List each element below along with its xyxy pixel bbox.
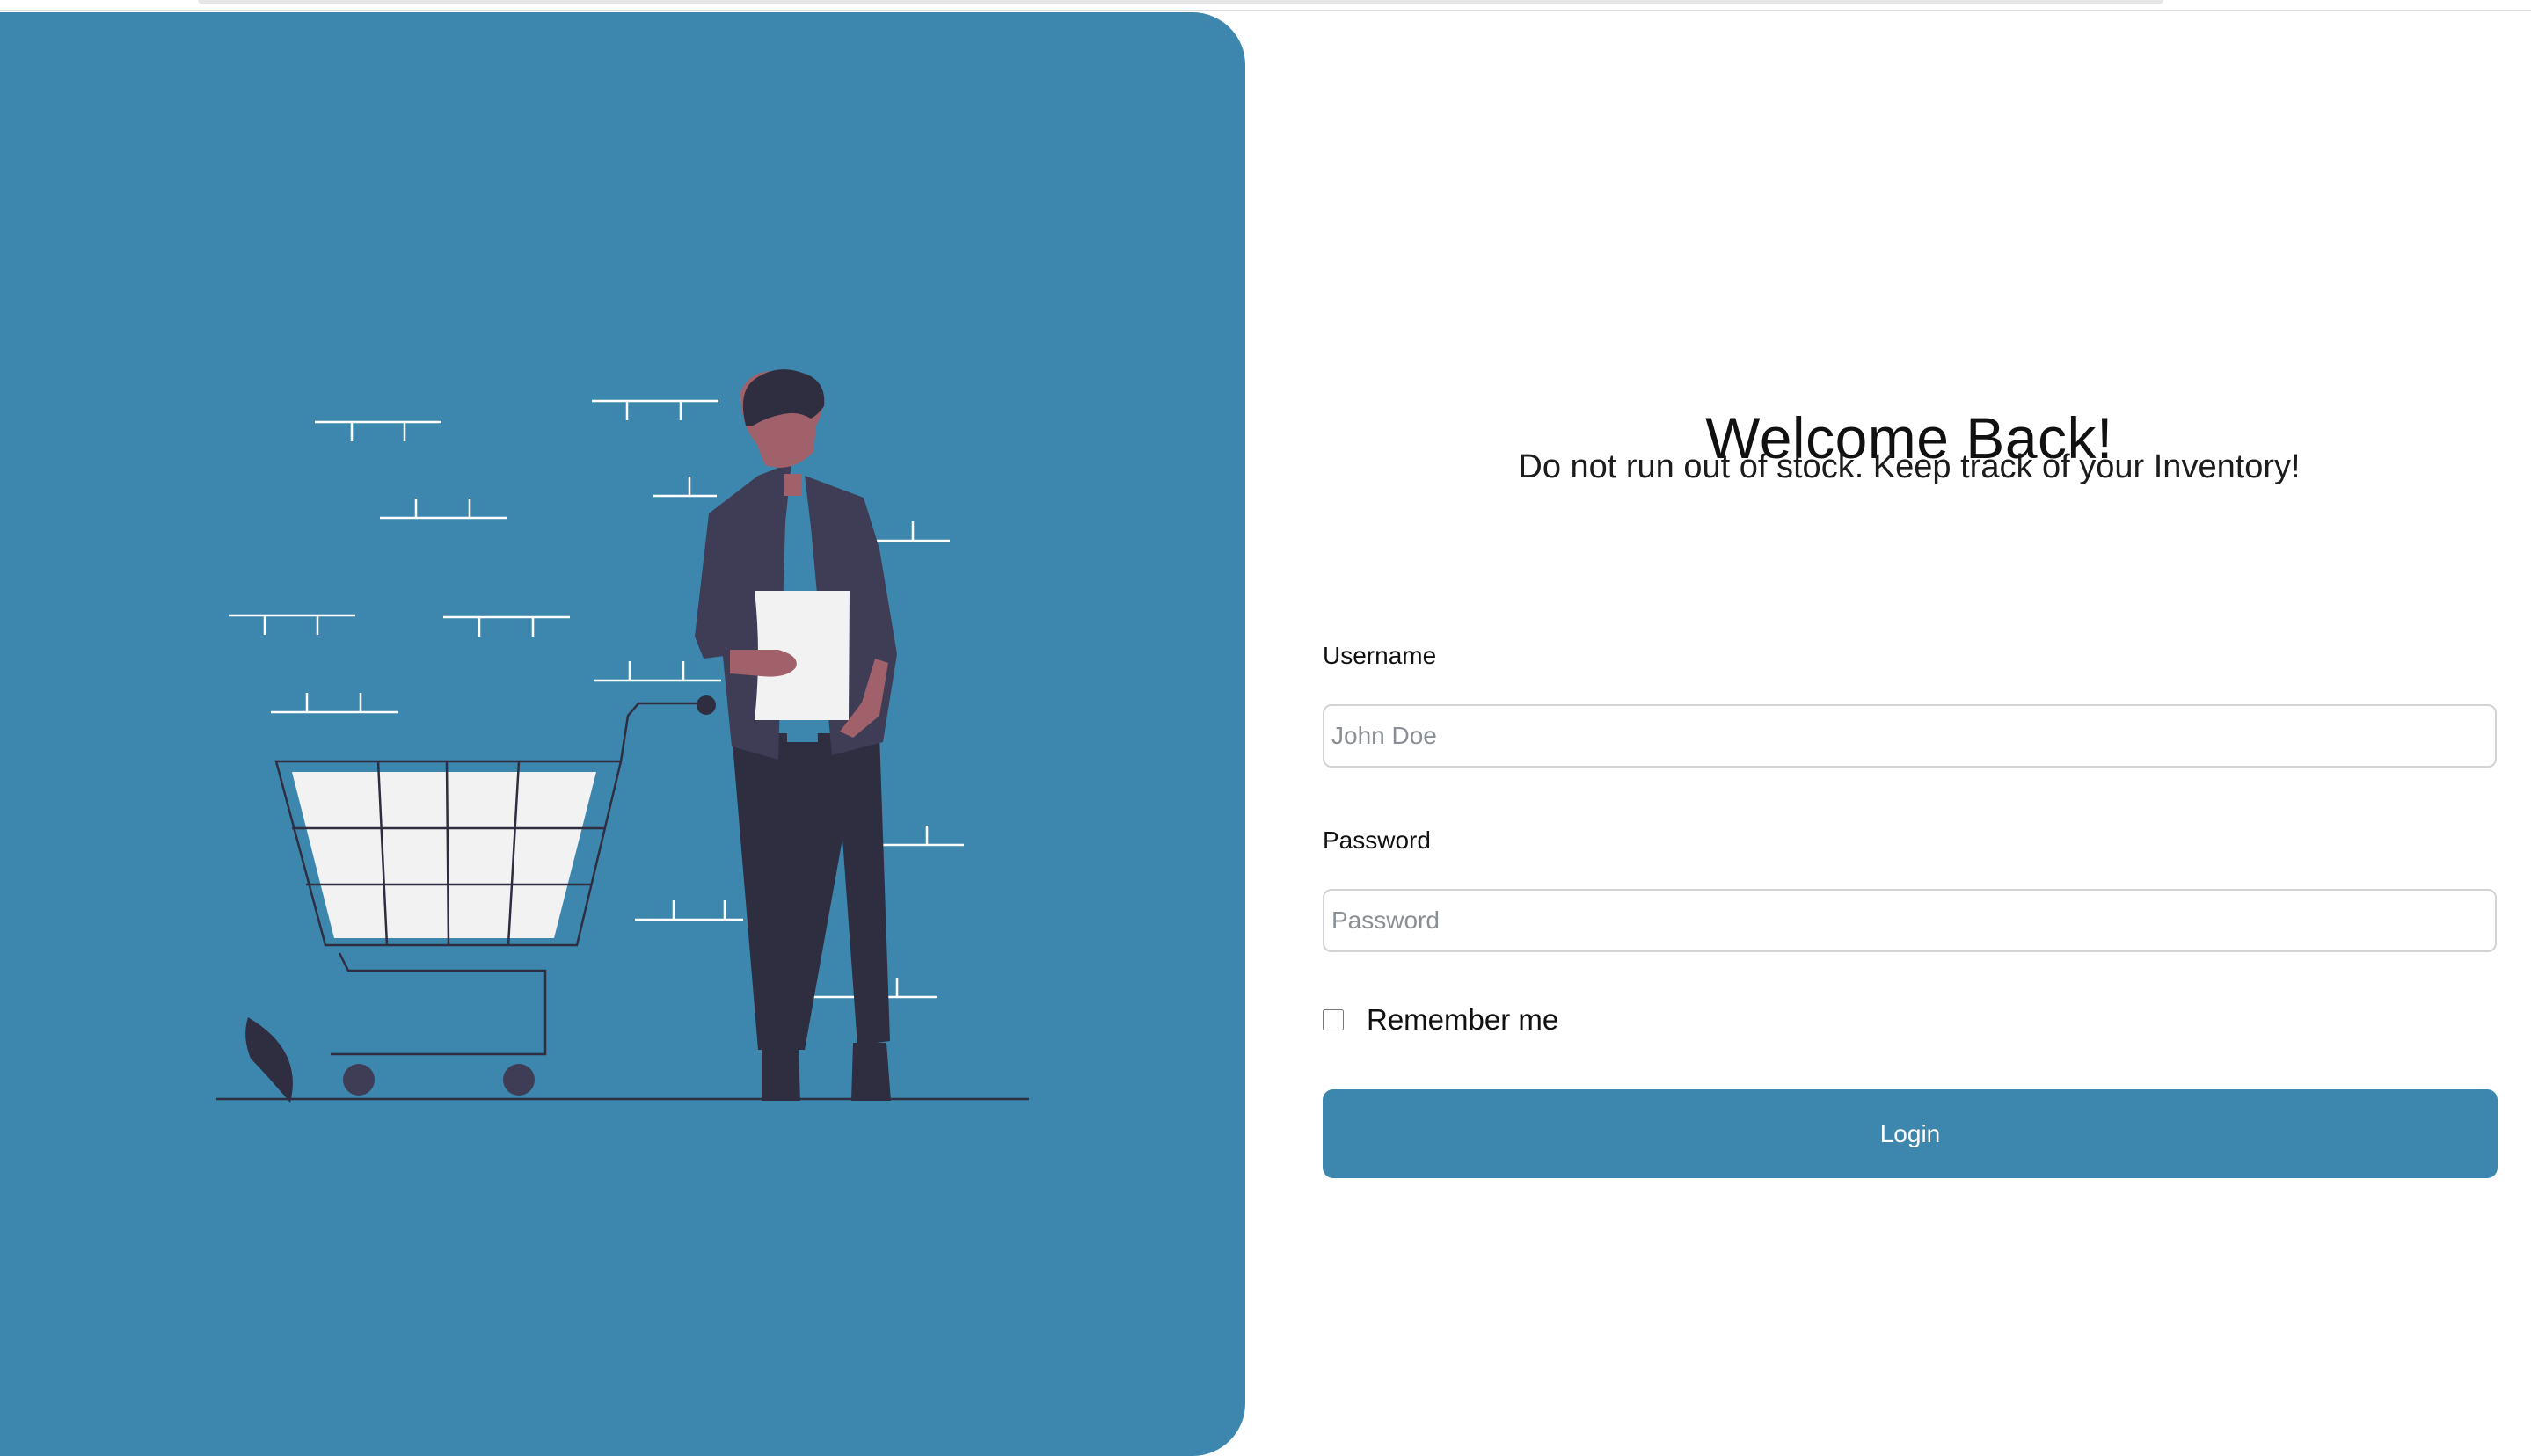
password-label: Password	[1323, 826, 1431, 854]
remember-me-label[interactable]: Remember me	[1367, 1003, 1558, 1037]
username-label: Username	[1323, 642, 1437, 669]
page-subtitle: Do not run out of stock. Keep track of y…	[1518, 448, 2301, 485]
person-figure	[695, 369, 897, 1101]
remember-me-row: Remember me	[1323, 1002, 1558, 1037]
leaf-shape	[245, 1017, 293, 1103]
person-shopping-cart-illustration	[216, 369, 1029, 1103]
password-input[interactable]	[1323, 889, 2497, 952]
remember-me-checkbox[interactable]	[1323, 1009, 1344, 1030]
illustration-panel	[0, 12, 1245, 1456]
horizontal-scrollbar[interactable]	[198, 0, 2163, 4]
login-button[interactable]: Login	[1323, 1089, 2498, 1178]
browser-top-strip	[0, 0, 2531, 11]
username-input[interactable]	[1323, 704, 2497, 768]
login-panel: Welcome Back! Do not run out of stock. K…	[1245, 12, 2531, 1456]
shopping-cart	[274, 695, 716, 1096]
